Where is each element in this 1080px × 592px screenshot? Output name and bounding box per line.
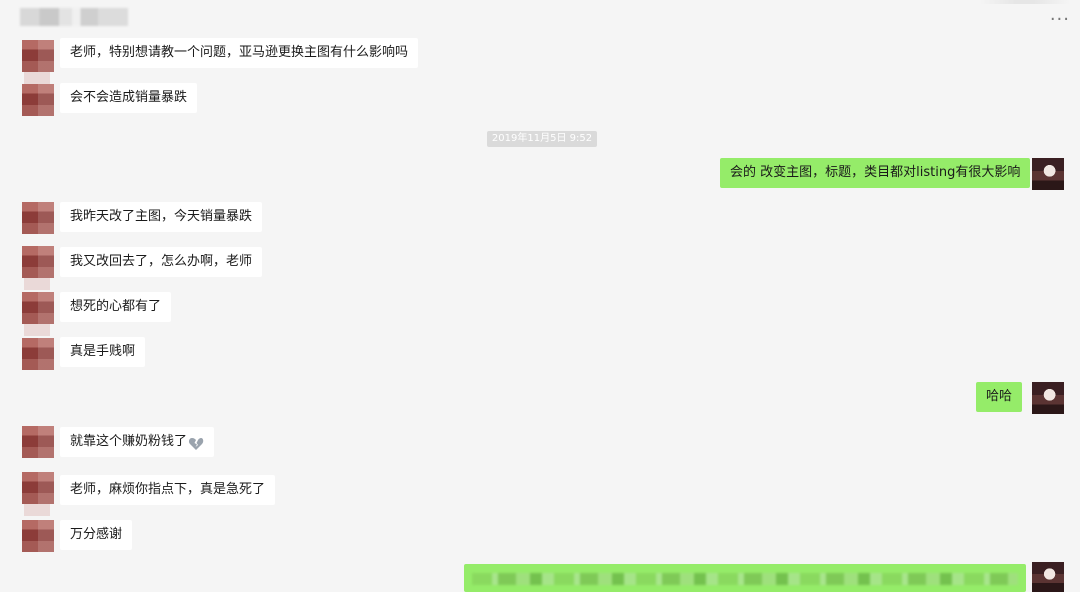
avatar[interactable] (22, 40, 54, 84)
more-icon[interactable]: ··· (1050, 11, 1070, 29)
chat-title-blurred (20, 8, 128, 26)
message-text: 就靠这个赚奶粉钱了 (70, 434, 188, 449)
message-bubble-incoming: 我又改回去了，怎么办啊，老师 (60, 247, 263, 277)
window-top-strip (980, 0, 1070, 4)
avatar[interactable] (1032, 382, 1064, 414)
avatar[interactable] (22, 246, 54, 290)
avatar[interactable] (22, 338, 54, 370)
message-bubble-outgoing-blurred (464, 564, 1026, 592)
avatar[interactable] (22, 520, 54, 552)
avatar[interactable] (1032, 562, 1064, 592)
avatar[interactable] (22, 426, 54, 458)
message-bubble-incoming: 老师，特别想请教一个问题，亚马逊更换主图有什么影响吗 (60, 38, 419, 68)
broken-heart-icon (188, 434, 204, 450)
message-bubble-incoming: 真是手贱啊 (60, 337, 146, 367)
avatar[interactable] (22, 292, 54, 336)
message-bubble-incoming: 万分感谢 (60, 520, 133, 550)
timestamp-divider: 2019年11月5日 9:52 (487, 131, 597, 147)
message-bubble-incoming: 想死的心都有了 (60, 292, 172, 322)
blurred-text (472, 573, 1018, 585)
message-bubble-outgoing: 哈哈 (976, 382, 1023, 412)
avatar[interactable] (22, 472, 54, 516)
message-bubble-incoming: 就靠这个赚奶粉钱了 (60, 427, 215, 457)
message-bubble-incoming: 老师，麻烦你指点下，真是急死了 (60, 475, 276, 505)
avatar[interactable] (22, 202, 54, 234)
avatar[interactable] (22, 84, 54, 116)
message-bubble-incoming: 我昨天改了主图，今天销量暴跌 (60, 202, 263, 232)
message-bubble-outgoing: 会的 改变主图，标题，类目都对listing有很大影响 (720, 158, 1031, 188)
avatar[interactable] (1032, 158, 1064, 190)
message-bubble-incoming: 会不会造成销量暴跌 (60, 83, 198, 113)
